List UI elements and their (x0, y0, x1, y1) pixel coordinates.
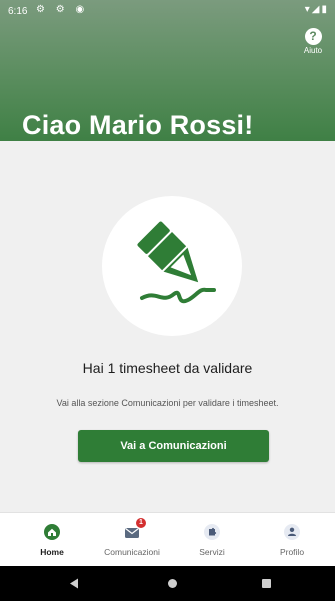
tab-home-label: Home (40, 547, 64, 557)
tab-profilo-label: Profilo (279, 547, 305, 557)
tab-comunicazioni-label: Comunicazioni (104, 547, 160, 557)
tab-home[interactable]: Home (10, 513, 94, 567)
recent-apps-icon[interactable] (262, 579, 271, 588)
system-navigation-bar (0, 566, 335, 601)
notification-badge: 1 (135, 517, 147, 529)
back-icon[interactable] (69, 578, 79, 589)
home-nav-icon[interactable] (168, 579, 177, 588)
tab-profilo[interactable]: Profilo (250, 513, 334, 567)
help-icon: ? (304, 28, 322, 45)
status-bar: 6:16 ⚙ ⚙ ◉ ▾◢▮ (0, 0, 335, 24)
help-label: Aiuto (303, 46, 323, 55)
person-icon (284, 524, 300, 540)
app-header: 6:16 ⚙ ⚙ ◉ ▾◢▮ ? Aiuto Ciao Mario Rossi! (0, 0, 335, 141)
home-icon (44, 524, 60, 540)
pen-signature-icon (102, 196, 242, 336)
status-system-icons: ▾◢▮ (304, 4, 329, 15)
tab-servizi[interactable]: Servizi (170, 513, 254, 567)
puzzle-icon (204, 524, 220, 540)
go-to-communications-button[interactable]: Vai a Comunicazioni (78, 430, 269, 462)
greeting-title: Ciao Mario Rossi! (22, 110, 254, 140)
bottom-tab-bar: Home 1 Comunicazioni Servizi Profilo (0, 512, 335, 567)
status-time: 6:16 (8, 6, 28, 17)
tab-servizi-label: Servizi (199, 547, 225, 557)
help-button[interactable]: ? Aiuto (299, 28, 327, 55)
timesheet-message-title: Hai 1 timesheet da validare (82, 360, 253, 376)
timesheet-message-subtitle: Vai alla sezione Comunicazioni per valid… (56, 398, 279, 408)
status-notification-icons: ⚙ ⚙ ◉ (36, 4, 89, 15)
tab-comunicazioni[interactable]: 1 Comunicazioni (90, 513, 174, 567)
